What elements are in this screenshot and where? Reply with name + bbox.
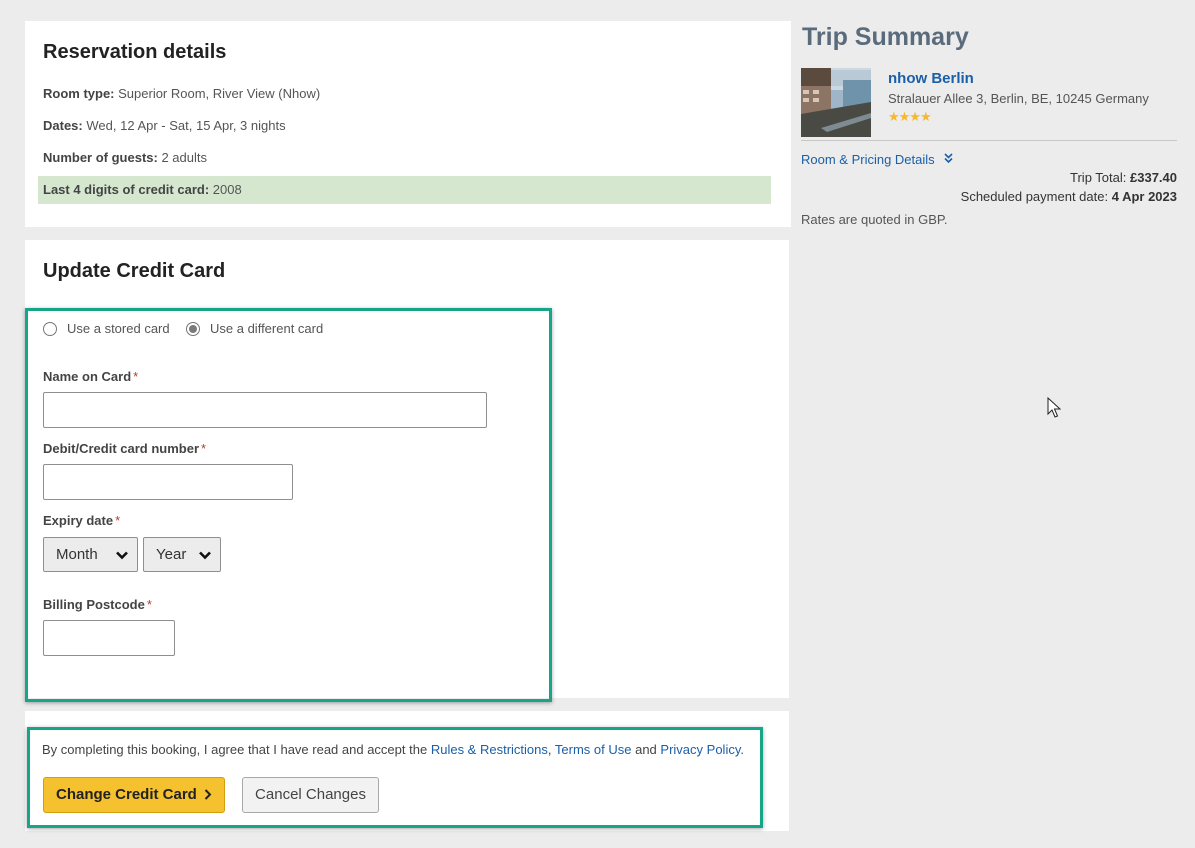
stored-card-label[interactable]: Use a stored card (67, 321, 170, 336)
expiry-date-label: Expiry date * (43, 513, 120, 528)
dates-label: Dates: (43, 118, 83, 133)
scheduled-payment-date: Scheduled payment date: 4 Apr 2023 (961, 189, 1177, 204)
agreement-text: By completing this booking, I agree that… (42, 742, 744, 757)
chevron-down-icon (199, 551, 211, 560)
room-pricing-details-link[interactable]: Room & Pricing Details (801, 152, 935, 167)
required-mark: * (115, 513, 121, 528)
name-on-card-label: Name on Card * (43, 369, 138, 384)
expiry-month-value: Month (56, 546, 98, 563)
mouse-cursor-icon (1047, 397, 1061, 418)
payment-date-value: 4 Apr 2023 (1111, 189, 1177, 204)
name-on-card-label-text: Name on Card (43, 369, 132, 384)
rates-note: Rates are quoted in GBP. (801, 212, 948, 227)
guests-value: 2 adults (161, 150, 208, 165)
dates-value: Wed, 12 Apr - Sat, 15 Apr, 3 nights (86, 118, 286, 133)
billing-postcode-input[interactable] (43, 620, 175, 656)
chevron-down-icon (116, 551, 128, 560)
summary-divider (801, 140, 1177, 141)
trip-total: Trip Total: £337.40 (1070, 170, 1177, 185)
required-mark: * (133, 369, 139, 384)
agreement-period: . (740, 742, 744, 757)
agreement-and: and (635, 742, 657, 757)
required-mark: * (146, 597, 152, 612)
different-card-radio[interactable] (186, 322, 200, 336)
expiry-year-select[interactable]: Year (143, 537, 221, 572)
hotel-thumbnail[interactable] (801, 68, 871, 137)
name-on-card-input[interactable] (43, 392, 487, 428)
terms-of-use-link[interactable]: Terms of Use (555, 742, 632, 757)
update-credit-card-title: Update Credit Card (43, 260, 226, 282)
chevron-right-icon (204, 789, 212, 800)
dates-row: Dates: Wed, 12 Apr - Sat, 15 Apr, 3 nigh… (43, 118, 286, 133)
agreement-comma: , (547, 742, 552, 757)
double-chevron-down-icon[interactable] (944, 153, 953, 164)
trip-total-label: Trip Total: (1070, 170, 1127, 185)
payment-date-label: Scheduled payment date: (960, 189, 1109, 204)
hotel-photo-image (801, 68, 871, 137)
expiry-year-value: Year (156, 546, 187, 563)
room-type-value: Superior Room, River View (Nhow) (118, 86, 321, 101)
card-digits-row: Last 4 digits of credit card: 2008 (43, 182, 242, 197)
card-number-input[interactable] (43, 464, 293, 500)
hotel-name-link[interactable]: nhow Berlin (888, 70, 974, 87)
trip-total-value: £337.40 (1130, 170, 1177, 185)
card-number-label: Debit/Credit card number * (43, 441, 206, 456)
rules-restrictions-link[interactable]: Rules & Restrictions (431, 742, 548, 757)
guests-label: Number of guests: (43, 150, 158, 165)
card-number-label-text: Debit/Credit card number (43, 441, 200, 456)
cancel-changes-button[interactable]: Cancel Changes (242, 777, 379, 813)
billing-postcode-label: Billing Postcode * (43, 597, 152, 612)
privacy-policy-link[interactable]: Privacy Policy (660, 742, 740, 757)
expiry-date-label-text: Expiry date (43, 513, 114, 528)
change-credit-card-button[interactable]: Change Credit Card (43, 777, 225, 813)
guests-row: Number of guests: 2 adults (43, 150, 207, 165)
card-digits-label: Last 4 digits of credit card: (43, 182, 210, 197)
hotel-address: Stralauer Allee 3, Berlin, BE, 10245 Ger… (888, 91, 1149, 106)
card-digits-value: 2008 (212, 182, 242, 197)
star-rating: ★★★★ (888, 109, 932, 124)
billing-postcode-label-text: Billing Postcode (43, 597, 145, 612)
trip-summary-title: Trip Summary (802, 23, 969, 51)
change-credit-card-label: Change Credit Card (55, 786, 197, 803)
reservation-details-panel: Reservation details Room type: Superior … (25, 21, 791, 227)
reservation-details-title: Reservation details (43, 41, 227, 63)
agreement-prefix: By completing this booking, I agree that… (42, 742, 428, 757)
required-mark: * (201, 441, 207, 456)
stored-card-radio[interactable] (43, 322, 57, 336)
different-card-label[interactable]: Use a different card (210, 321, 323, 336)
expiry-month-select[interactable]: Month (43, 537, 138, 572)
room-type-row: Room type: Superior Room, River View (Nh… (43, 86, 320, 101)
room-type-label: Room type: (43, 86, 115, 101)
